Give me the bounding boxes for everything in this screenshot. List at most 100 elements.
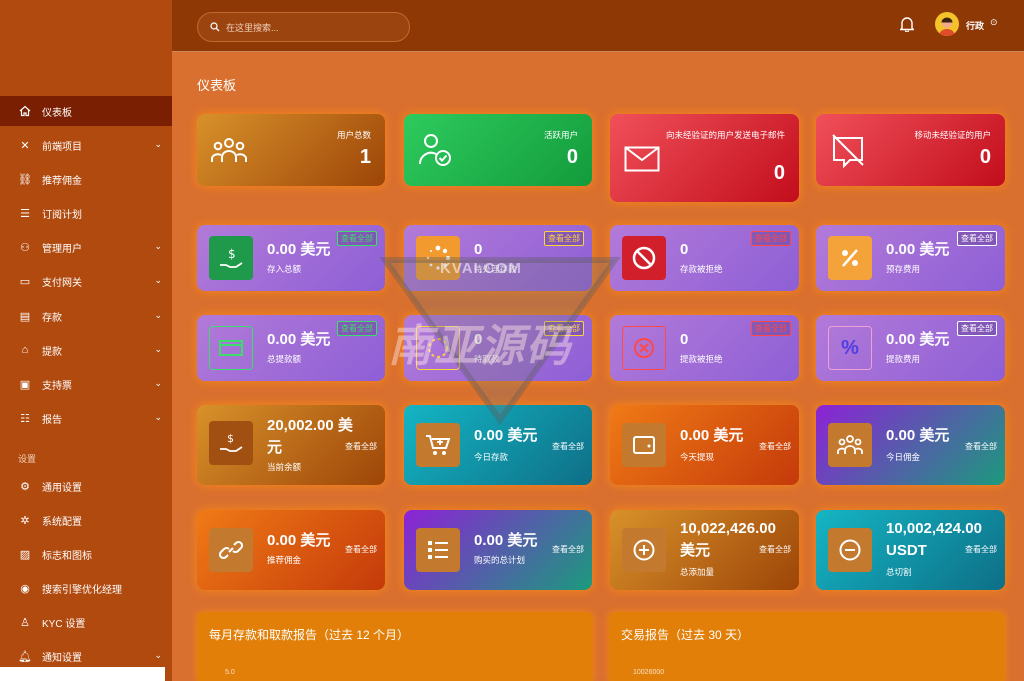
card-deposit-fee[interactable]: 查看全部 0.00 美元 预存费用 bbox=[816, 225, 1005, 291]
image-icon: ▨ bbox=[19, 548, 31, 561]
sidebar-item-tickets[interactable]: ▣ 支持票 ⌄ bbox=[0, 369, 172, 399]
view-all-button[interactable]: 查看全部 bbox=[751, 321, 791, 336]
view-all-button[interactable]: 查看全部 bbox=[345, 441, 377, 452]
sidebar-item-system-config[interactable]: ✲ 系统配置 bbox=[0, 505, 172, 535]
sidebar-item-label: 标志和图标 bbox=[42, 550, 92, 562]
view-all-button[interactable]: 查看全部 bbox=[957, 231, 997, 246]
list-icon bbox=[416, 528, 460, 572]
gear-icon: ⚙ bbox=[20, 480, 30, 493]
card-total-deposit[interactable]: 查看全部 $ 0.00 美元 存入总额 bbox=[197, 225, 385, 291]
view-all-button[interactable]: 查看全部 bbox=[337, 231, 377, 246]
tools-icon: ✕ bbox=[20, 139, 30, 152]
user-name[interactable]: 行政 bbox=[966, 19, 984, 32]
close-circle-icon bbox=[622, 326, 666, 370]
sidebar-item-deposits[interactable]: ▤ 存款 ⌄ bbox=[0, 301, 172, 331]
view-all-button[interactable]: 查看全部 bbox=[337, 321, 377, 336]
stat-card-total-users[interactable]: 用户总数 1 bbox=[197, 114, 385, 186]
view-all-button[interactable]: 查看全部 bbox=[345, 544, 377, 555]
svg-text:$: $ bbox=[227, 432, 234, 445]
svg-text:$: $ bbox=[228, 247, 236, 261]
avatar[interactable] bbox=[935, 12, 959, 36]
sidebar-item-kyc[interactable]: ♙ KYC 设置 bbox=[0, 607, 172, 637]
card-today-deposit[interactable]: 0.00 美元 今日存款 查看全部 bbox=[404, 405, 592, 485]
sidebar-item-label: 支持票 bbox=[42, 380, 72, 392]
card-pending-withdraw[interactable]: 查看全部 0 待取款 bbox=[404, 315, 592, 381]
card-total-cut[interactable]: 10,002,424.00 USDT 总切割 查看全部 bbox=[816, 510, 1005, 590]
card-amount: 0 bbox=[474, 331, 483, 348]
card-current-balance[interactable]: $ 20,002.00 美元 当前余额 查看全部 bbox=[197, 405, 385, 485]
sidebar-item-label: 订阅计划 bbox=[42, 209, 82, 221]
panel-title: 每月存款和取款报告（过去 12 个月） bbox=[209, 628, 410, 642]
card-today-withdraw[interactable]: 0.00 美元 今天提现 查看全部 bbox=[610, 405, 799, 485]
view-all-button[interactable]: 查看全部 bbox=[965, 441, 997, 452]
view-all-button[interactable]: 查看全部 bbox=[759, 544, 791, 555]
home-icon bbox=[18, 104, 32, 118]
sidebar-item-seo[interactable]: ◉ 搜索引擎优化经理 bbox=[0, 573, 172, 603]
view-all-button[interactable]: 查看全部 bbox=[759, 441, 791, 452]
sidebar-item-reports[interactable]: ☷ 报告 ⌄ bbox=[0, 403, 172, 433]
chevron-down-icon: ⌄ bbox=[154, 650, 162, 660]
stat-card-active-users[interactable]: 活跃用户 0 bbox=[404, 114, 592, 186]
view-all-button[interactable]: 查看全部 bbox=[957, 321, 997, 336]
card-label: 预存费用 bbox=[886, 264, 921, 274]
bell-icon[interactable] bbox=[900, 16, 914, 32]
card-rejected-withdraw[interactable]: 查看全部 0 提款被拒绝 bbox=[610, 315, 799, 381]
chevron-down-icon[interactable]: ⊙ bbox=[990, 17, 998, 28]
stat-title: 活跃用户 bbox=[543, 130, 578, 140]
monthly-report-panel: 每月存款和取款报告（过去 12 个月） 5.0 bbox=[197, 612, 593, 681]
card-total-added[interactable]: 10,022,426.00 美元 总添加量 查看全部 bbox=[610, 510, 799, 590]
search-input[interactable]: 在这里搜索... bbox=[197, 12, 410, 42]
wallet-icon bbox=[209, 326, 253, 370]
card-amount: 0 bbox=[680, 331, 689, 348]
sidebar-item-logo-icons[interactable]: ▨ 标志和图标 bbox=[0, 539, 172, 569]
sidebar-item-gateways[interactable]: ▭ 支付网关 ⌄ bbox=[0, 266, 172, 296]
view-all-button[interactable]: 查看全部 bbox=[544, 321, 584, 336]
sidebar-item-dashboard[interactable]: 仪表板 bbox=[0, 96, 172, 126]
card-total-withdraw[interactable]: 查看全部 0.00 美元 总提款额 bbox=[197, 315, 385, 381]
view-all-button[interactable]: 查看全部 bbox=[552, 441, 584, 452]
wallet-icon bbox=[622, 423, 666, 467]
card-amount: 0.00 美元 bbox=[886, 331, 950, 348]
search-placeholder: 在这里搜索... bbox=[226, 22, 279, 33]
view-all-button[interactable]: 查看全部 bbox=[552, 544, 584, 555]
card-amount: 0 bbox=[680, 241, 689, 258]
card-amount: 0.00 美元 bbox=[267, 241, 331, 258]
card-label: 总添加量 bbox=[680, 567, 715, 577]
search-icon bbox=[210, 22, 220, 32]
card-amount: 0.00 美元 bbox=[474, 532, 538, 549]
report-icon: ☷ bbox=[20, 412, 30, 425]
sidebar-item-users[interactable]: ⚇ 管理用户 ⌄ bbox=[0, 232, 172, 262]
sidebar-item-general-settings[interactable]: ⚙ 通用设置 bbox=[0, 471, 172, 501]
card-amount: 0.00 美元 bbox=[474, 427, 538, 444]
plus-circle-icon bbox=[622, 528, 666, 572]
stat-card-email-unverified[interactable]: 向未经验证的用户发送电子邮件 0 bbox=[610, 114, 799, 202]
sidebar-item-plans[interactable]: ☰ 订阅计划 bbox=[0, 198, 172, 228]
card-withdraw-fee[interactable]: 查看全部 % 0.00 美元 提款费用 bbox=[816, 315, 1005, 381]
card-amount: 0 bbox=[474, 241, 483, 258]
stat-card-mobile-unverified[interactable]: 移动未经验证的用户 0 bbox=[816, 114, 1005, 186]
minus-circle-icon bbox=[828, 528, 872, 572]
sidebar-item-frontend[interactable]: ✕ 前端项目 ⌄ bbox=[0, 130, 172, 160]
card-total-plans[interactable]: 0.00 美元 购买的总计划 查看全部 bbox=[404, 510, 592, 590]
view-all-button[interactable]: 查看全部 bbox=[751, 231, 791, 246]
axis-tick-label: 10026000 bbox=[633, 669, 665, 676]
cart-icon bbox=[416, 423, 460, 467]
card-referral-commission[interactable]: 0.00 美元 推荐佣金 查看全部 bbox=[197, 510, 385, 590]
sidebar-item-referral[interactable]: ⛓ 推荐佣金 bbox=[0, 164, 172, 194]
chevron-down-icon: ⌄ bbox=[154, 139, 162, 149]
hand-money-icon: $ bbox=[209, 421, 253, 465]
stat-title: 移动未经验证的用户 bbox=[914, 130, 991, 140]
card-today-commission[interactable]: 0.00 美元 今日佣金 查看全部 bbox=[816, 405, 1005, 485]
card-pending-deposit[interactable]: 查看全部 0 待处理存款 bbox=[404, 225, 592, 291]
sidebar-item-label: 搜索引擎优化经理 bbox=[42, 584, 122, 596]
card-label: 今天提现 bbox=[680, 452, 715, 462]
view-all-button[interactable]: 查看全部 bbox=[965, 544, 997, 555]
card-label: 存入总额 bbox=[267, 264, 302, 274]
card-label: 待处理存款 bbox=[474, 264, 517, 274]
view-all-button[interactable]: 查看全部 bbox=[544, 231, 584, 246]
card-amount: 0.00 美元 bbox=[267, 532, 331, 549]
spinner-icon bbox=[416, 326, 460, 370]
stat-value: 0 bbox=[566, 146, 578, 168]
sidebar-item-withdrawals[interactable]: ⌂ 提款 ⌄ bbox=[0, 335, 172, 365]
card-rejected-deposit[interactable]: 查看全部 0 存款被拒绝 bbox=[610, 225, 799, 291]
